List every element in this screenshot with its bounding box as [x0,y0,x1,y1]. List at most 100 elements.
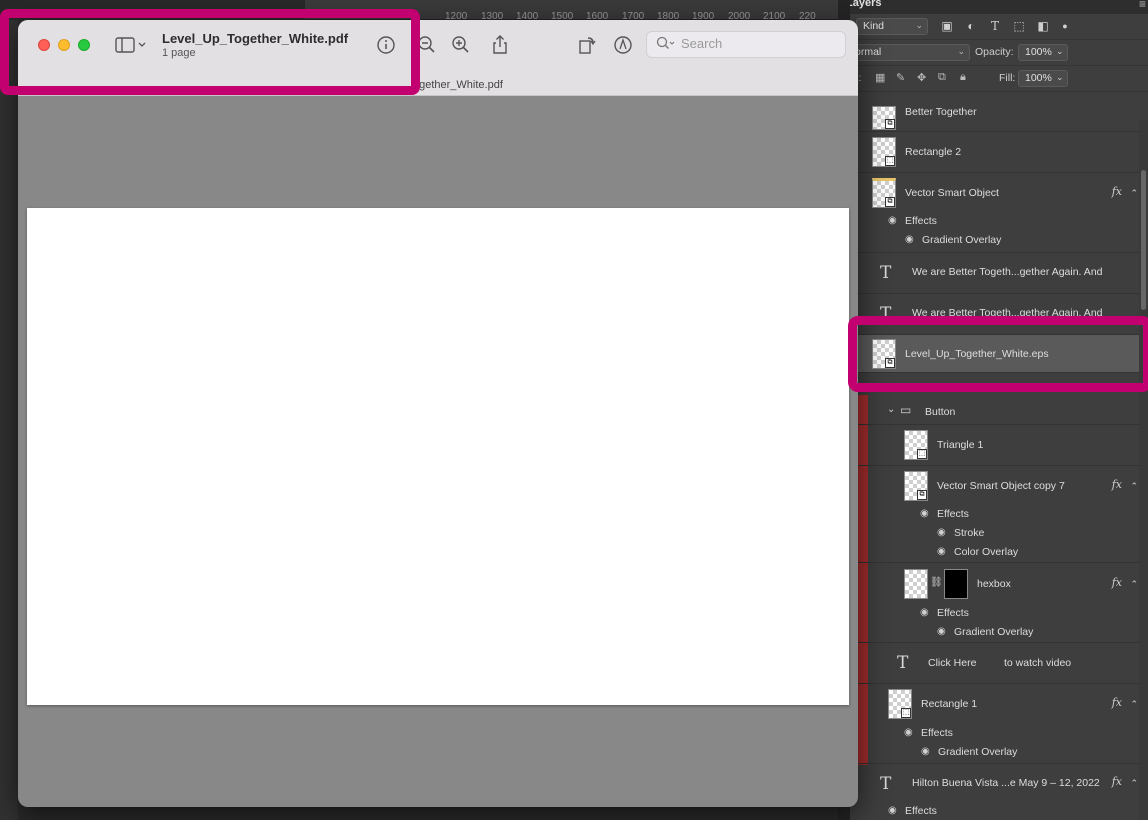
layer-row[interactable]: ⬚ Triangle 1 [850,425,1140,466]
blend-mode-select[interactable]: ormal ⌄ [850,44,970,61]
share-icon [493,35,507,54]
lock-all-icon[interactable]: 🔒︎ [960,71,966,84]
effects-label: Effects [921,727,953,739]
fx-icon[interactable]: fx [1112,775,1122,788]
filter-toggle-icon[interactable]: ● [1058,19,1072,33]
layer-thumbnail: ⧉ [872,178,896,208]
shape-icon: ⬚ [917,449,927,459]
layer-row[interactable]: ⬚ Rectangle 1 fx ⌃ ◉ Effects ◉ Gradient … [850,684,1140,764]
effects-label: Effects [937,607,969,619]
layer-row[interactable]: T Hilton Buena Vista ...e May 9 – 12, 20… [850,764,1140,820]
search-input[interactable] [681,36,831,51]
layer-row[interactable]: ⧉ Vector Smart Object fx ⌃ ◉ Effects ◉ G… [850,173,1140,253]
preview-window: Level_Up_Together_White.pdf 1 page Searc… [18,20,858,807]
group-row[interactable]: ⌄ ▭ Button [850,398,1140,425]
eye-icon[interactable]: ◉ [937,527,951,538]
eye-icon[interactable]: ◉ [937,626,951,637]
tab-title[interactable]: ogether_White.pdf [413,79,503,91]
eye-icon[interactable]: ◉ [888,215,902,226]
chevron-down-icon: ⌄ [915,20,923,30]
folder-icon: ▭ [900,403,912,417]
fx-icon[interactable]: fx [1112,185,1122,198]
layer-name: Triangle 1 [937,439,984,451]
layer-name: Vector Smart Object [905,187,999,199]
lock-position-icon[interactable]: ✥ [917,71,926,84]
chevron-down-icon[interactable]: ⌄ [1056,46,1064,57]
share-button[interactable] [489,34,511,56]
lock-artboard-icon[interactable]: ⧉ [938,71,946,84]
chevron-up-icon[interactable]: ⌃ [1130,188,1138,199]
effect-name: Gradient Overlay [954,626,1034,638]
text-layer-icon: T [880,774,892,794]
eye-icon[interactable]: ◉ [904,727,918,738]
eye-icon[interactable]: ◉ [921,746,935,757]
lock-brush-icon[interactable]: ✎ [896,71,905,84]
text-layer-icon: T [880,263,892,283]
filter-kind-value: Kind [863,20,885,32]
zoom-in-icon [452,36,469,53]
smart-object-filter-icon[interactable]: ◧ [1036,19,1050,33]
chevron-down-icon[interactable]: ⌄ [887,404,901,415]
eye-icon[interactable]: ◉ [920,508,934,519]
chevron-up-icon[interactable]: ⌃ [1130,579,1138,590]
zoom-in-button[interactable] [450,34,472,56]
opacity-value: 100% [1025,46,1052,58]
blend-row: ormal ⌄ Opacity: 100% ⌄ [850,40,1148,66]
layer-row[interactable]: T We are Better Togeth...gether Again. A… [850,253,1140,294]
eye-icon[interactable]: ◉ [920,607,934,618]
link-icon[interactable]: ⛓ [930,577,944,588]
eye-icon[interactable]: ◉ [937,546,951,557]
chevron-up-icon[interactable]: ⌃ [1130,778,1138,789]
adjustment-filter-icon[interactable]: ◐ [964,19,978,33]
blend-mode-value: ormal [855,46,882,58]
chevron-up-icon[interactable]: ⌃ [1130,699,1138,710]
smart-object-icon: ⧉ [885,197,895,207]
fx-icon[interactable]: fx [1112,696,1122,709]
layer-name: We are Better Togeth...gether Again. And [912,266,1103,278]
layer-row[interactable]: ⧉ Better Together [850,104,1140,132]
effects-label: Effects [905,215,937,227]
chevron-down-icon: ⌄ [957,46,965,56]
shape-filter-icon[interactable]: ⬚ [1012,19,1026,33]
layer-name: Rectangle 1 [921,698,978,710]
layers-scrollbar-thumb[interactable] [1141,170,1146,310]
group-name: Button [925,406,956,418]
layer-thumbnail: ⧉ [904,471,928,501]
effect-name: Gradient Overlay [922,234,1002,246]
layer-name: Click Here [928,657,977,669]
fx-icon[interactable]: fx [1112,576,1122,589]
lock-transparent-icon[interactable]: ▦ [875,71,885,84]
search-field[interactable] [646,31,846,58]
shape-icon: ⬚ [885,156,895,166]
rotate-button[interactable] [576,34,598,56]
layer-row[interactable]: ⧉ Vector Smart Object copy 7 fx ⌃ ◉ Effe… [850,466,1140,563]
layer-thumbnail: ⬚ [872,137,896,167]
type-filter-icon[interactable]: T [988,19,1002,33]
layer-row[interactable]: T Click Here to watch video [850,643,1140,684]
rotate-icon [579,37,596,54]
layer-name: Better Together [905,106,977,118]
pdf-page [27,208,849,705]
fill-value: 100% [1025,72,1052,84]
layer-row[interactable]: ⛓ hexbox fx ⌃ ◉ Effects ◉ Gradient Overl… [850,563,1140,643]
panel-menu-icon[interactable]: ≡ [1139,0,1146,11]
layers-tab-bar: Layers ≡ [850,0,1148,14]
highlight-box [848,316,1148,392]
chevron-up-icon[interactable]: ⌃ [1130,481,1138,492]
pixel-filter-icon[interactable]: ▣ [940,19,954,33]
markup-button[interactable] [612,34,634,56]
text-layer-icon: T [897,653,909,673]
eye-icon[interactable]: ◉ [888,805,902,816]
fx-icon[interactable]: fx [1112,478,1122,491]
layer-thumbnail: ⬚ [904,430,928,460]
effect-name: Gradient Overlay [938,746,1018,758]
filter-row: Kind ⌄ ▣ ◐ T ⬚ ◧ ● [850,14,1148,40]
eye-icon[interactable]: ◉ [905,234,919,245]
layer-row[interactable]: ⬚ Rectangle 2 [850,132,1140,173]
layer-thumbnail: ⬚ [888,689,912,719]
filter-kind-select[interactable]: Kind ⌄ [856,18,928,35]
layers-tab[interactable]: Layers [850,0,881,9]
effects-label: Effects [937,508,969,520]
layer-name-suffix: to watch video [1004,657,1072,669]
chevron-down-icon[interactable]: ⌄ [1056,72,1064,83]
